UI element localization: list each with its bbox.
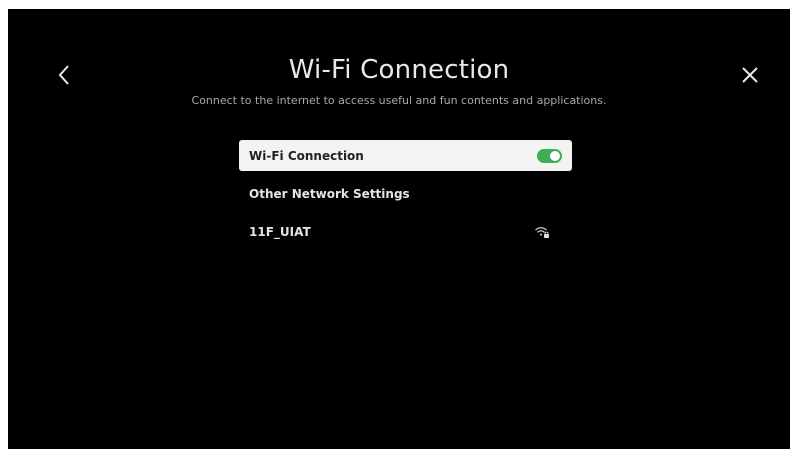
menu-item-other-network-settings[interactable]: Other Network Settings xyxy=(239,178,572,209)
menu-item-label: 11F_UIAT xyxy=(249,224,311,239)
page-subtitle: Connect to the internet to access useful… xyxy=(191,94,607,107)
wifi-locked-icon xyxy=(534,225,550,239)
tv-screen: Wi-Fi Connection Connect to the internet… xyxy=(8,9,790,449)
page-title: Wi-Fi Connection xyxy=(288,55,510,85)
toggle-knob xyxy=(550,150,560,161)
close-icon xyxy=(742,67,758,83)
menu-item-network-11f-uiat[interactable]: 11F_UIAT xyxy=(239,216,572,247)
menu-item-wifi-connection[interactable]: Wi-Fi Connection xyxy=(239,140,572,171)
settings-menu: Wi-Fi Connection Other Network Settings … xyxy=(239,140,572,254)
close-button[interactable] xyxy=(736,61,764,89)
menu-item-label: Wi-Fi Connection xyxy=(249,148,364,163)
wifi-toggle[interactable] xyxy=(537,148,562,163)
menu-item-label: Other Network Settings xyxy=(249,186,410,201)
